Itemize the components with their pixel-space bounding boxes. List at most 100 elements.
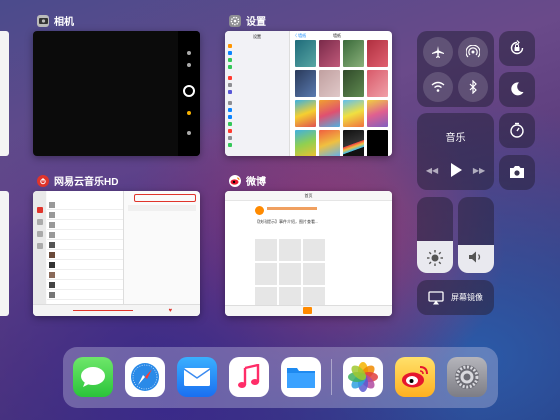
- weibo-app[interactable]: [395, 357, 435, 397]
- camera-mode-icon: [187, 111, 191, 115]
- weibo-image: [279, 263, 301, 285]
- list-item: [47, 260, 123, 270]
- wallpaper-thumb: [367, 70, 388, 97]
- shutter-button: [183, 85, 195, 97]
- settings-sidebar-title: 设置: [253, 34, 261, 39]
- wifi-toggle[interactable]: [423, 72, 453, 102]
- camera-app-card[interactable]: [33, 31, 200, 156]
- wallpaper-thumb: [343, 130, 364, 156]
- netease-player-bar: ♥: [33, 304, 200, 316]
- wallpaper-thumb: [343, 40, 364, 67]
- camera-icon: [37, 14, 49, 27]
- list-item: [47, 250, 123, 260]
- screen-mirroring-label: 屏幕镜像: [451, 293, 483, 302]
- settings-row: [225, 127, 289, 134]
- weibo-image-grid: [255, 239, 325, 309]
- partial-app-card[interactable]: [0, 31, 9, 156]
- settings-row: [225, 56, 289, 63]
- wallpaper-thumb: [343, 100, 364, 127]
- settings-app-card[interactable]: 设置 〈 墙纸 墙纸: [225, 31, 392, 156]
- weibo-image: [303, 263, 325, 285]
- safari-icon: [131, 363, 159, 391]
- list-item: [47, 200, 123, 210]
- airplane-mode-toggle[interactable]: [423, 37, 453, 67]
- volume-slider[interactable]: [458, 197, 494, 273]
- dock-divider: [331, 359, 332, 395]
- netease-nav-icon: [36, 231, 43, 237]
- weibo-image: [279, 239, 301, 261]
- wallpaper-thumb: [319, 40, 340, 67]
- list-item: [47, 290, 123, 300]
- screen-recording-toggle[interactable]: [499, 113, 535, 148]
- netease-main-pane: [124, 191, 200, 316]
- settings-app[interactable]: [447, 357, 487, 397]
- settings-row: [225, 88, 289, 95]
- wallpaper-thumb: [295, 40, 316, 67]
- weibo-icon: [402, 366, 428, 388]
- netease-nav-icon: [36, 243, 43, 249]
- messages-app[interactable]: [73, 357, 113, 397]
- wifi-icon: [431, 81, 445, 92]
- mail-app[interactable]: [177, 357, 217, 397]
- netease-progress: [73, 310, 133, 311]
- weibo-image: [255, 263, 277, 285]
- brightness-slider[interactable]: [417, 197, 453, 273]
- settings-sidebar: 设置: [225, 31, 290, 156]
- fast-forward-icon: ▶▶: [472, 165, 486, 175]
- messages-icon: [81, 367, 105, 387]
- weibo-post-text: 【快讯提示】事件介绍，图片查看...: [255, 219, 319, 224]
- list-item: [47, 280, 123, 290]
- wallpaper-thumb: [319, 70, 340, 97]
- rotation-lock-toggle[interactable]: [499, 31, 535, 66]
- partial-app-card[interactable]: [0, 191, 9, 316]
- music-app[interactable]: [229, 357, 269, 397]
- netease-music-icon: [37, 174, 49, 187]
- wallpaper-thumb: [367, 100, 388, 127]
- safari-app[interactable]: [125, 357, 165, 397]
- list-item: [47, 230, 123, 240]
- timer-icon: [510, 122, 524, 138]
- netease-playlist: [47, 191, 124, 316]
- wallpaper-thumb: [367, 40, 388, 67]
- camera-flip-icon: [187, 51, 191, 55]
- music-icon: [238, 364, 260, 388]
- photos-icon: [348, 362, 378, 392]
- rewind-icon: ◀◀: [425, 165, 439, 175]
- do-not-disturb-toggle[interactable]: [499, 72, 535, 107]
- camera-shortcut-button[interactable]: [499, 155, 535, 190]
- play-button[interactable]: [446, 160, 466, 180]
- camera-icon: [510, 166, 524, 178]
- weibo-app-label: 微博: [229, 173, 266, 188]
- settings-row: [225, 106, 289, 113]
- netease-app-card[interactable]: ♥: [33, 191, 200, 316]
- airdrop-toggle[interactable]: [458, 37, 488, 67]
- next-track-button[interactable]: ▶▶: [472, 163, 486, 177]
- bluetooth-toggle[interactable]: [458, 72, 488, 102]
- rotation-lock-icon: [510, 40, 524, 55]
- weibo-app-card[interactable]: 首页 【快讯提示】事件介绍，图片查看...: [225, 191, 392, 316]
- music-title: 音乐: [445, 133, 466, 144]
- weibo-image: [255, 239, 277, 261]
- settings-row: [225, 141, 289, 148]
- mail-icon: [183, 368, 211, 386]
- screen-mirroring-button[interactable]: 屏幕镜像: [417, 280, 494, 315]
- netease-tabs: [134, 194, 196, 202]
- weibo-username-bar: [267, 207, 317, 210]
- settings-app-label: 设置: [229, 13, 266, 28]
- list-item: [47, 220, 123, 230]
- netease-header: [128, 205, 196, 211]
- play-icon: [451, 163, 462, 177]
- files-app[interactable]: [281, 357, 321, 397]
- list-item: [47, 240, 123, 250]
- photos-app[interactable]: [343, 357, 383, 397]
- camera-thumb-icon: [187, 131, 191, 135]
- wallpaper-back-link: 〈 墙纸: [293, 33, 307, 38]
- settings-gear-icon: [229, 14, 241, 27]
- previous-track-button[interactable]: ◀◀: [425, 163, 439, 177]
- wallpaper-pane: 〈 墙纸 墙纸: [291, 31, 392, 156]
- airplane-icon: [432, 46, 444, 58]
- weibo-nav-title: 首页: [225, 191, 392, 201]
- netease-app-label: 网易云音乐HD: [37, 173, 118, 188]
- airdrop-icon: [466, 45, 480, 58]
- weibo-avatar: [255, 206, 264, 215]
